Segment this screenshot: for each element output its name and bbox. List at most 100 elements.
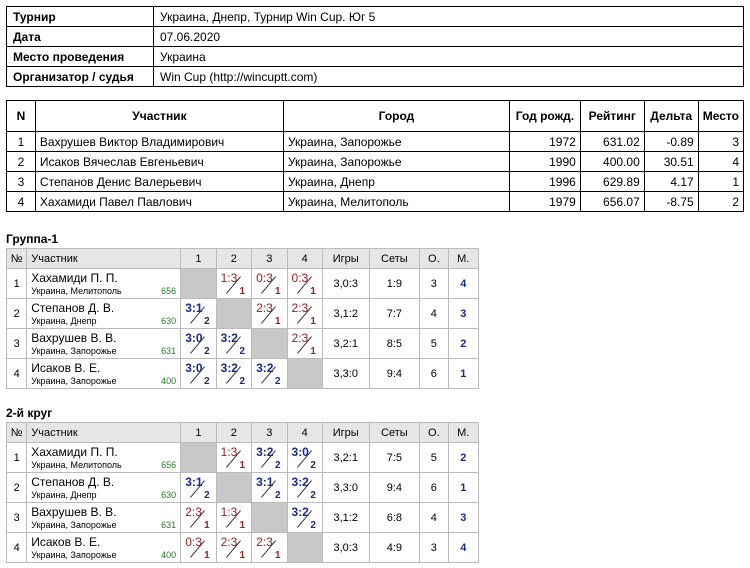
col-header: О. [419, 422, 449, 443]
col-header: 1 [180, 422, 217, 443]
grid-header-row: № Участник 1 2 3 4 Игры Сеты О. М. [5, 248, 480, 269]
match-points: 2 [204, 490, 210, 501]
match-score-cell: 3:2 2 [215, 328, 253, 359]
sets-cell: 7:5 [368, 442, 421, 473]
sets-cell: 1:9 [368, 268, 421, 299]
row-number: 3 [5, 502, 28, 533]
player-cell: Степанов Д. В. Украина, Днепр 630 [26, 472, 182, 503]
match-score-cell: 2:3 1 [215, 532, 253, 563]
match-score-cell: 1:3 1 [215, 442, 253, 473]
player-city: Украина, Мелитополь 656 [31, 459, 180, 471]
sets-cell: 4:9 [368, 532, 421, 563]
table-cell: 1979 [509, 191, 581, 212]
col-header: № [5, 422, 28, 443]
games-cell: 3,3:0 [321, 358, 370, 389]
player-city-text: Украина, Запорожье [31, 345, 117, 356]
match-score-cell: 2:3 1 [286, 328, 323, 359]
player-rating: 631 [161, 345, 177, 356]
table-cell: 1996 [509, 171, 581, 192]
self-cell [180, 268, 217, 299]
row-number: 4 [5, 358, 28, 389]
info-key: Турнир [6, 6, 154, 27]
player-city-text: Украина, Мелитополь [31, 459, 122, 470]
row-number: 4 [5, 532, 28, 563]
match-score: 3:0 [185, 361, 203, 375]
table-cell: Украина, Мелитополь [282, 191, 511, 212]
table-cell: 4 [6, 191, 36, 212]
points-cell: 6 [419, 358, 449, 389]
points-cell: 3 [419, 532, 449, 563]
place-cell: 1 [447, 472, 480, 503]
match-points: 2 [239, 346, 246, 357]
match-points: 2 [274, 376, 281, 387]
match-points: 1 [310, 346, 316, 357]
table-row: 3 Степанов Денис Валерьевич Украина, Днепр… [6, 171, 745, 192]
sets-cell: 8:5 [368, 328, 421, 359]
points-cell: 3 [419, 268, 449, 299]
col-header: Рейтинг [579, 100, 645, 132]
games-cell: 3,0:3 [321, 532, 370, 563]
player-city-text: Украина, Запорожье [31, 549, 117, 560]
group-title: Группа-1 [6, 232, 59, 246]
player-city: Украина, Днепр 630 [31, 315, 180, 327]
table-cell: Вахрушев Виктор Владимирович [34, 131, 284, 152]
match-points: 2 [204, 376, 210, 387]
col-header: N [6, 100, 36, 132]
games-cell: 3,1:2 [321, 298, 370, 329]
player-cell: Исаков В. Е. Украина, Запорожье 400 [26, 358, 182, 389]
match-points: 2 [274, 490, 281, 501]
table-cell: 2 [697, 191, 745, 212]
table-cell: Украина, Запорожье [282, 131, 511, 152]
player-city: Украина, Мелитополь 656 [31, 285, 180, 297]
player-cell: Вахрушев В. В. Украина, Запорожье 631 [26, 328, 182, 359]
player-cell: Степанов Д. В. Украина, Днепр 630 [26, 298, 182, 329]
row-number: 2 [5, 298, 28, 329]
match-points: 2 [274, 460, 281, 471]
player-city: Украина, Запорожье 631 [31, 519, 180, 531]
table-cell: 3 [697, 131, 745, 152]
match-score: 3:1 [185, 301, 203, 315]
grid-row: 4 Исаков В. Е. Украина, Запорожье 400 3:0 2 3:… [5, 358, 480, 389]
row-number: 2 [5, 472, 28, 503]
match-points: 1 [239, 520, 246, 531]
col-header: М. [447, 248, 480, 269]
player-city: Украина, Запорожье 400 [31, 375, 180, 387]
player-rating: 656 [161, 459, 177, 470]
info-row: Турнир Украина, Днепр, Турнир Win Cup. Юг… [6, 6, 744, 27]
col-header: 3 [251, 248, 288, 269]
match-score-cell: 0:3 1 [286, 268, 323, 299]
self-cell [180, 442, 217, 473]
games-cell: 3,2:1 [321, 442, 370, 473]
match-points: 2 [239, 376, 246, 387]
match-points: 1 [239, 550, 246, 561]
place-cell: 4 [447, 268, 480, 299]
player-city-text: Украина, Запорожье [31, 375, 117, 386]
match-points: 1 [239, 460, 246, 471]
match-score-cell: 2:3 1 [286, 298, 323, 329]
grid-row: 4 Исаков В. Е. Украина, Запорожье 400 0:3 1 2:… [5, 532, 480, 563]
col-header: Сеты [368, 422, 421, 443]
points-cell: 4 [419, 502, 449, 533]
col-header: Дельта [643, 100, 699, 132]
match-score-cell: 3:1 2 [251, 472, 288, 503]
table-cell: 4 [697, 151, 745, 172]
row-number: 1 [5, 268, 28, 299]
col-header: Город [282, 100, 511, 132]
table-cell: Украина, Днепр [282, 171, 511, 192]
col-header: Игры [321, 422, 370, 443]
table-cell: 400.00 [579, 151, 645, 172]
match-score-cell: 3:0 2 [286, 442, 323, 473]
match-score-cell: 3:1 2 [180, 472, 217, 503]
table-cell: 1 [6, 131, 36, 152]
points-cell: 6 [419, 472, 449, 503]
match-score: 3:0 [185, 331, 203, 345]
table-cell: Исаков Вячеслав Евгеньевич [34, 151, 284, 172]
group-grid: № Участник 1 2 3 4 Игры Сеты О. М. 1 Хахамиди П. П.… [5, 422, 480, 563]
group-grid: № Участник 1 2 3 4 Игры Сеты О. М. 1 Хахамиди П. П.… [5, 248, 480, 389]
match-score-cell: 3:2 2 [251, 358, 288, 389]
match-points: 2 [204, 346, 210, 357]
player-name: Исаков В. Е. [31, 534, 101, 549]
col-header: 2 [215, 422, 253, 443]
player-rating: 400 [161, 549, 177, 560]
match-score-cell: 1:3 1 [215, 502, 253, 533]
